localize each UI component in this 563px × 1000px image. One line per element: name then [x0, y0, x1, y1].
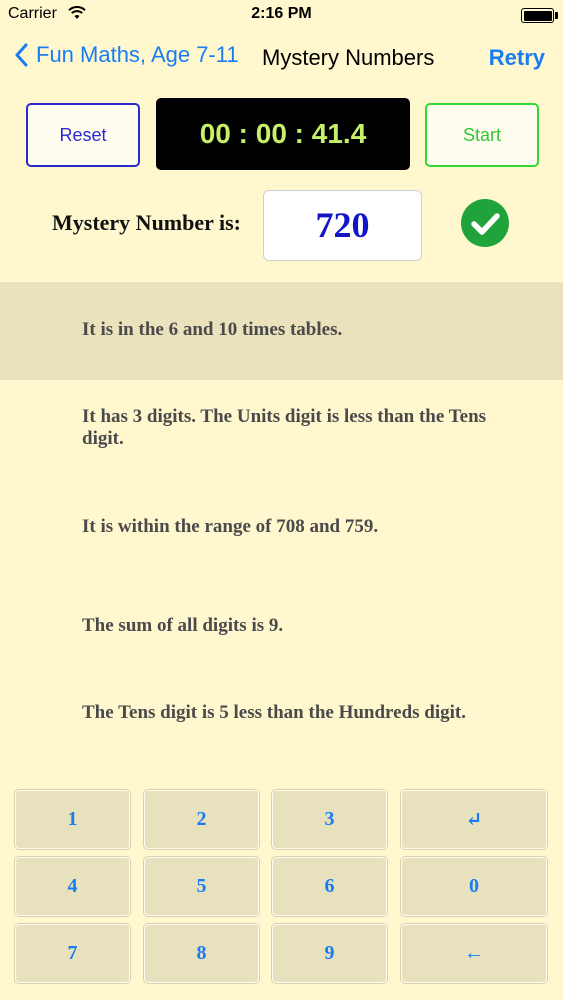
retry-button[interactable]: Retry: [489, 45, 545, 71]
clue-item: The Tens digit is 5 less than the Hundre…: [82, 702, 466, 723]
start-button[interactable]: Start: [425, 103, 539, 167]
back-label: Fun Maths, Age 7-11: [36, 42, 239, 67]
navigation-bar: Fun Maths, Age 7-11 Mystery Numbers Retr…: [0, 30, 563, 86]
key-8[interactable]: 8: [144, 924, 259, 983]
key-backspace[interactable]: ←: [401, 924, 547, 983]
chevron-left-icon: [15, 43, 28, 67]
key-1[interactable]: 1: [15, 790, 130, 849]
page-title: Mystery Numbers: [262, 45, 435, 70]
key-3[interactable]: 3: [272, 790, 387, 849]
status-time: 2:16 PM: [251, 5, 312, 22]
battery-nub: [555, 12, 558, 19]
clue-item: It is within the range of 708 and 759.: [82, 516, 379, 537]
clue-item: It has 3 digits. The Units digit is less…: [82, 406, 487, 449]
status-bar: Carrier 2:16 PM: [0, 0, 563, 30]
key-5[interactable]: 5: [144, 857, 259, 916]
check-circle-icon: [461, 199, 509, 247]
key-7[interactable]: 7: [15, 924, 130, 983]
key-0[interactable]: 0: [401, 857, 547, 916]
mystery-number-input[interactable]: 720: [263, 190, 422, 261]
key-9[interactable]: 9: [272, 924, 387, 983]
key-2[interactable]: 2: [144, 790, 259, 849]
key-4[interactable]: 4: [15, 857, 130, 916]
battery-icon: [521, 8, 554, 23]
clue-item: The sum of all digits is 9.: [82, 615, 284, 636]
reset-button[interactable]: Reset: [26, 103, 140, 167]
clue-item: It is in the 6 and 10 times tables.: [82, 319, 343, 340]
key-enter[interactable]: ↵: [401, 790, 547, 849]
key-6[interactable]: 6: [272, 857, 387, 916]
mystery-number-label: Mystery Number is:: [52, 210, 241, 235]
back-button[interactable]: Fun Maths, Age 7-11: [14, 42, 239, 68]
timer-display: 00 : 00 : 41.4: [156, 98, 410, 170]
